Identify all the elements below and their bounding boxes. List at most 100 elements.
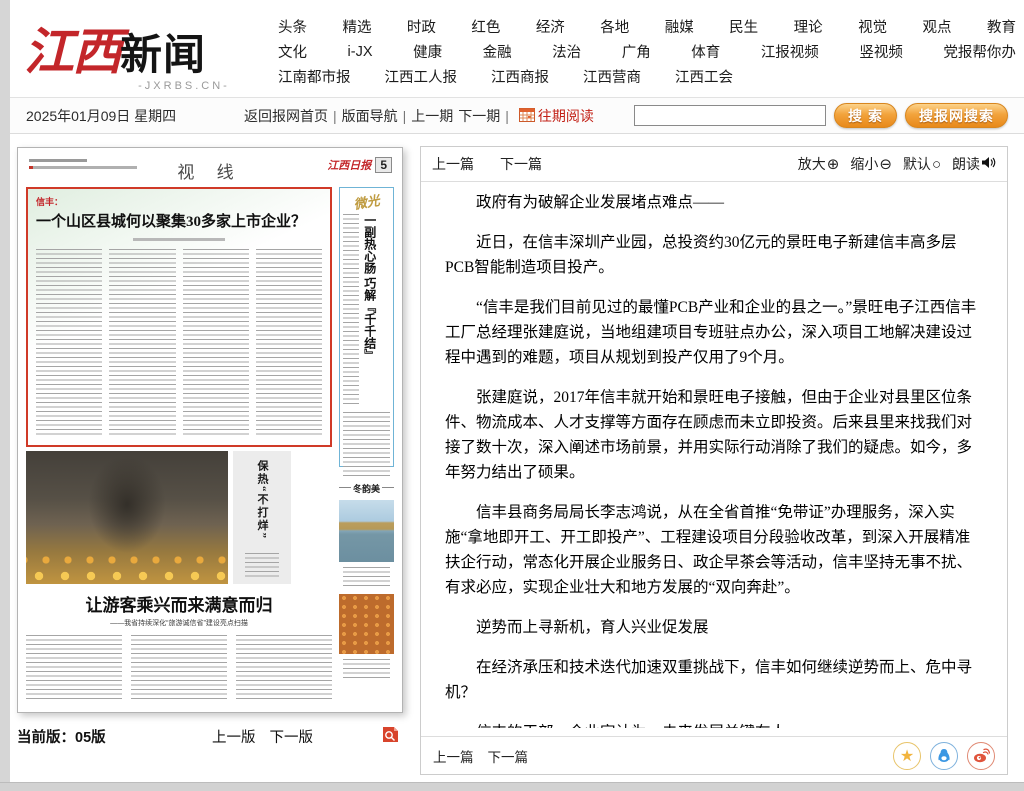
archive-link[interactable]: 往期阅读 bbox=[538, 106, 594, 126]
kitchen-photo[interactable] bbox=[26, 451, 228, 584]
nav-link[interactable]: 江西营商 bbox=[583, 66, 641, 87]
default-circle-icon: ○ bbox=[932, 157, 941, 172]
prev-article-link-bottom[interactable]: 上一篇 bbox=[433, 746, 474, 766]
next-page-link[interactable]: 下一版 bbox=[270, 726, 314, 747]
zoom-in-button[interactable]: 放大⊕ bbox=[798, 154, 840, 174]
qzone-share-icon[interactable]: ★ bbox=[893, 742, 921, 770]
nav-link[interactable]: 各地 bbox=[600, 16, 629, 37]
lake-photo[interactable] bbox=[339, 500, 394, 562]
nav-link[interactable]: 法治 bbox=[552, 41, 581, 62]
nav-row-3: 江南都市报 江西工人报 江西商报 江西营商 江西工会 bbox=[278, 64, 1016, 89]
side-article-box[interactable]: 微光 一副热心肠 巧解『千千结』 bbox=[339, 187, 394, 467]
article-paragraph: 逆势而上寻新机，育人兴业促发展 bbox=[445, 615, 985, 640]
prev-page-link[interactable]: 上一版 bbox=[212, 726, 256, 747]
text-column bbox=[183, 249, 249, 437]
nav-link[interactable]: 健康 bbox=[413, 41, 442, 62]
nav-link[interactable]: 头条 bbox=[278, 16, 307, 37]
photo-vertical-label: 保热“不打烊” bbox=[254, 460, 270, 544]
article-paragraph: 政府有为破解企业发展堵点难点—— bbox=[445, 190, 985, 215]
home-link[interactable]: 返回报网首页 bbox=[244, 106, 328, 126]
issue-links: 返回报网首页| 版面导航| 上一期 下一期| bbox=[244, 106, 509, 126]
current-page-value: 05版 bbox=[75, 726, 106, 747]
nav-link[interactable]: 体育 bbox=[691, 41, 720, 62]
prev-issue-link[interactable]: 上一期 bbox=[411, 106, 453, 126]
separator: | bbox=[505, 108, 509, 124]
nav-link[interactable]: 金融 bbox=[483, 41, 512, 62]
nav-link[interactable]: 视觉 bbox=[858, 16, 887, 37]
newspaper-body: 信丰： 一个山区县城何以聚集30多家上市企业？ bbox=[26, 187, 394, 699]
nav-link[interactable]: 时政 bbox=[407, 16, 436, 37]
second-article-headline[interactable]: 让游客乘兴而来满意而归 bbox=[26, 591, 332, 616]
next-issue-link[interactable]: 下一期 bbox=[458, 106, 500, 126]
side-article-headline: 一副热心肠 巧解『千千结』 bbox=[362, 214, 376, 406]
next-article-link[interactable]: 下一篇 bbox=[500, 154, 542, 174]
text-column bbox=[26, 635, 122, 699]
share-buttons: ★ bbox=[893, 742, 995, 770]
nav-row-1: 头条 精选 时政 红色 经济 各地 融媒 民生 理论 视觉 观点 教育 bbox=[278, 14, 1016, 39]
reset-size-button[interactable]: 默认○ bbox=[903, 154, 941, 174]
issue-date: 2025年01月09日 星期四 bbox=[26, 106, 244, 126]
nav-link[interactable]: 江西商报 bbox=[491, 66, 549, 87]
read-aloud-button[interactable]: 朗读 bbox=[952, 154, 996, 174]
second-article-columns bbox=[26, 635, 332, 699]
calendar-icon[interactable] bbox=[519, 107, 535, 125]
search-input[interactable] bbox=[634, 105, 826, 126]
nav-link[interactable]: 教育 bbox=[987, 16, 1016, 37]
article-paragraph: “信丰是我们目前见过的最懂PCB产业和企业的县之一。”景旺电子江西信丰工厂总经理… bbox=[445, 295, 985, 370]
pdf-icon[interactable] bbox=[382, 725, 399, 748]
nav-link[interactable]: i-JX bbox=[348, 44, 373, 60]
site-logo[interactable]: 江西新闻 -JXRBS.CN- bbox=[24, 12, 274, 92]
nav-link[interactable]: 江南都市报 bbox=[278, 66, 351, 87]
text-column bbox=[343, 214, 359, 406]
article-body: 政府有为破解企业发展堵点难点——近日，在信丰深圳产业园，总投资约30亿元的景旺电… bbox=[421, 182, 1007, 728]
article-paragraph: 张建庭说，2017年信丰就开始和景旺电子接触，但由于企业对县里区位条件、物流成本… bbox=[445, 385, 985, 485]
nav-link[interactable]: 江西工会 bbox=[675, 66, 733, 87]
next-article-link-bottom[interactable]: 下一篇 bbox=[488, 746, 529, 766]
separator: | bbox=[333, 108, 337, 124]
nav-link[interactable]: 广角 bbox=[622, 41, 651, 62]
newspaper-page-image[interactable]: 视 线 江西日报 5 信丰： 一个山区县城何以聚集30多家上市企业？ bbox=[17, 147, 403, 713]
text-column bbox=[236, 635, 332, 699]
nav-link[interactable]: 融媒 bbox=[665, 16, 694, 37]
nav-link[interactable]: 民生 bbox=[729, 16, 758, 37]
weibo-share-icon[interactable] bbox=[967, 742, 995, 770]
article-kicker: 信丰： bbox=[36, 195, 322, 208]
nav-link[interactable]: 精选 bbox=[342, 16, 371, 37]
zoom-out-button[interactable]: 缩小⊖ bbox=[850, 154, 892, 174]
qq-share-icon[interactable] bbox=[930, 742, 958, 770]
masthead-page-number: 5 bbox=[375, 157, 392, 173]
article-headline: 一个山区县城何以聚集30多家上市企业？ bbox=[36, 210, 322, 231]
newspaper-main-column: 信丰： 一个山区县城何以聚集30多家上市企业？ bbox=[26, 187, 332, 699]
nav-link[interactable]: 江报视频 bbox=[761, 41, 819, 62]
main-navigation: 头条 精选 时政 红色 经济 各地 融媒 民生 理论 视觉 观点 教育 文化 i-JX 健康 金融 法治 广角 体… bbox=[278, 14, 1016, 89]
newspaper-side-column: 微光 一副热心肠 巧解『千千结』 冬韵美 bbox=[339, 187, 394, 699]
photo-caption-lines bbox=[343, 567, 390, 587]
nav-link[interactable]: 理论 bbox=[794, 16, 823, 37]
side-article-content: 一副热心肠 巧解『千千结』 bbox=[343, 214, 390, 406]
highlighted-article-region[interactable]: 信丰： 一个山区县城何以聚集30多家上市企业？ bbox=[26, 187, 332, 447]
masthead-paper-info: 江西日报 5 bbox=[327, 157, 392, 173]
site-search-button[interactable]: 搜报网搜索 bbox=[905, 103, 1008, 128]
site-header: 江西新闻 -JXRBS.CN- 头条 精选 时政 红色 经济 各地 融媒 民生 理论 视觉 观点 教育… bbox=[10, 0, 1024, 97]
nav-link[interactable]: 红色 bbox=[471, 16, 500, 37]
nav-link[interactable]: 党报帮你办 bbox=[943, 41, 1016, 62]
photo-caption-lines bbox=[343, 659, 390, 679]
newspaper-masthead: 视 线 江西日报 5 bbox=[26, 154, 394, 184]
nav-link[interactable]: 文化 bbox=[278, 41, 307, 62]
nav-link[interactable]: 竖视频 bbox=[859, 41, 903, 62]
second-article-subtitle: ——我省持续深化“旅游诚信省”建设亮点扫描 bbox=[26, 618, 332, 628]
text-column bbox=[256, 249, 322, 437]
nav-link[interactable]: 江西工人报 bbox=[385, 66, 458, 87]
nav-link[interactable]: 经济 bbox=[536, 16, 565, 37]
forest-photo[interactable] bbox=[339, 594, 394, 654]
side-column-logo: 微光 bbox=[342, 188, 392, 215]
zoom-out-icon: ⊖ bbox=[879, 157, 892, 172]
speaker-icon bbox=[981, 156, 996, 172]
layout-nav-link[interactable]: 版面导航 bbox=[342, 106, 398, 126]
reader-controls: 放大⊕ 缩小⊖ 默认○ 朗读 bbox=[790, 154, 996, 174]
search-button[interactable]: 搜 索 bbox=[834, 103, 897, 128]
text-column bbox=[131, 635, 227, 699]
prev-article-link[interactable]: 上一篇 bbox=[432, 154, 474, 174]
masthead-paper-name: 江西日报 bbox=[327, 157, 371, 173]
nav-link[interactable]: 观点 bbox=[923, 16, 952, 37]
